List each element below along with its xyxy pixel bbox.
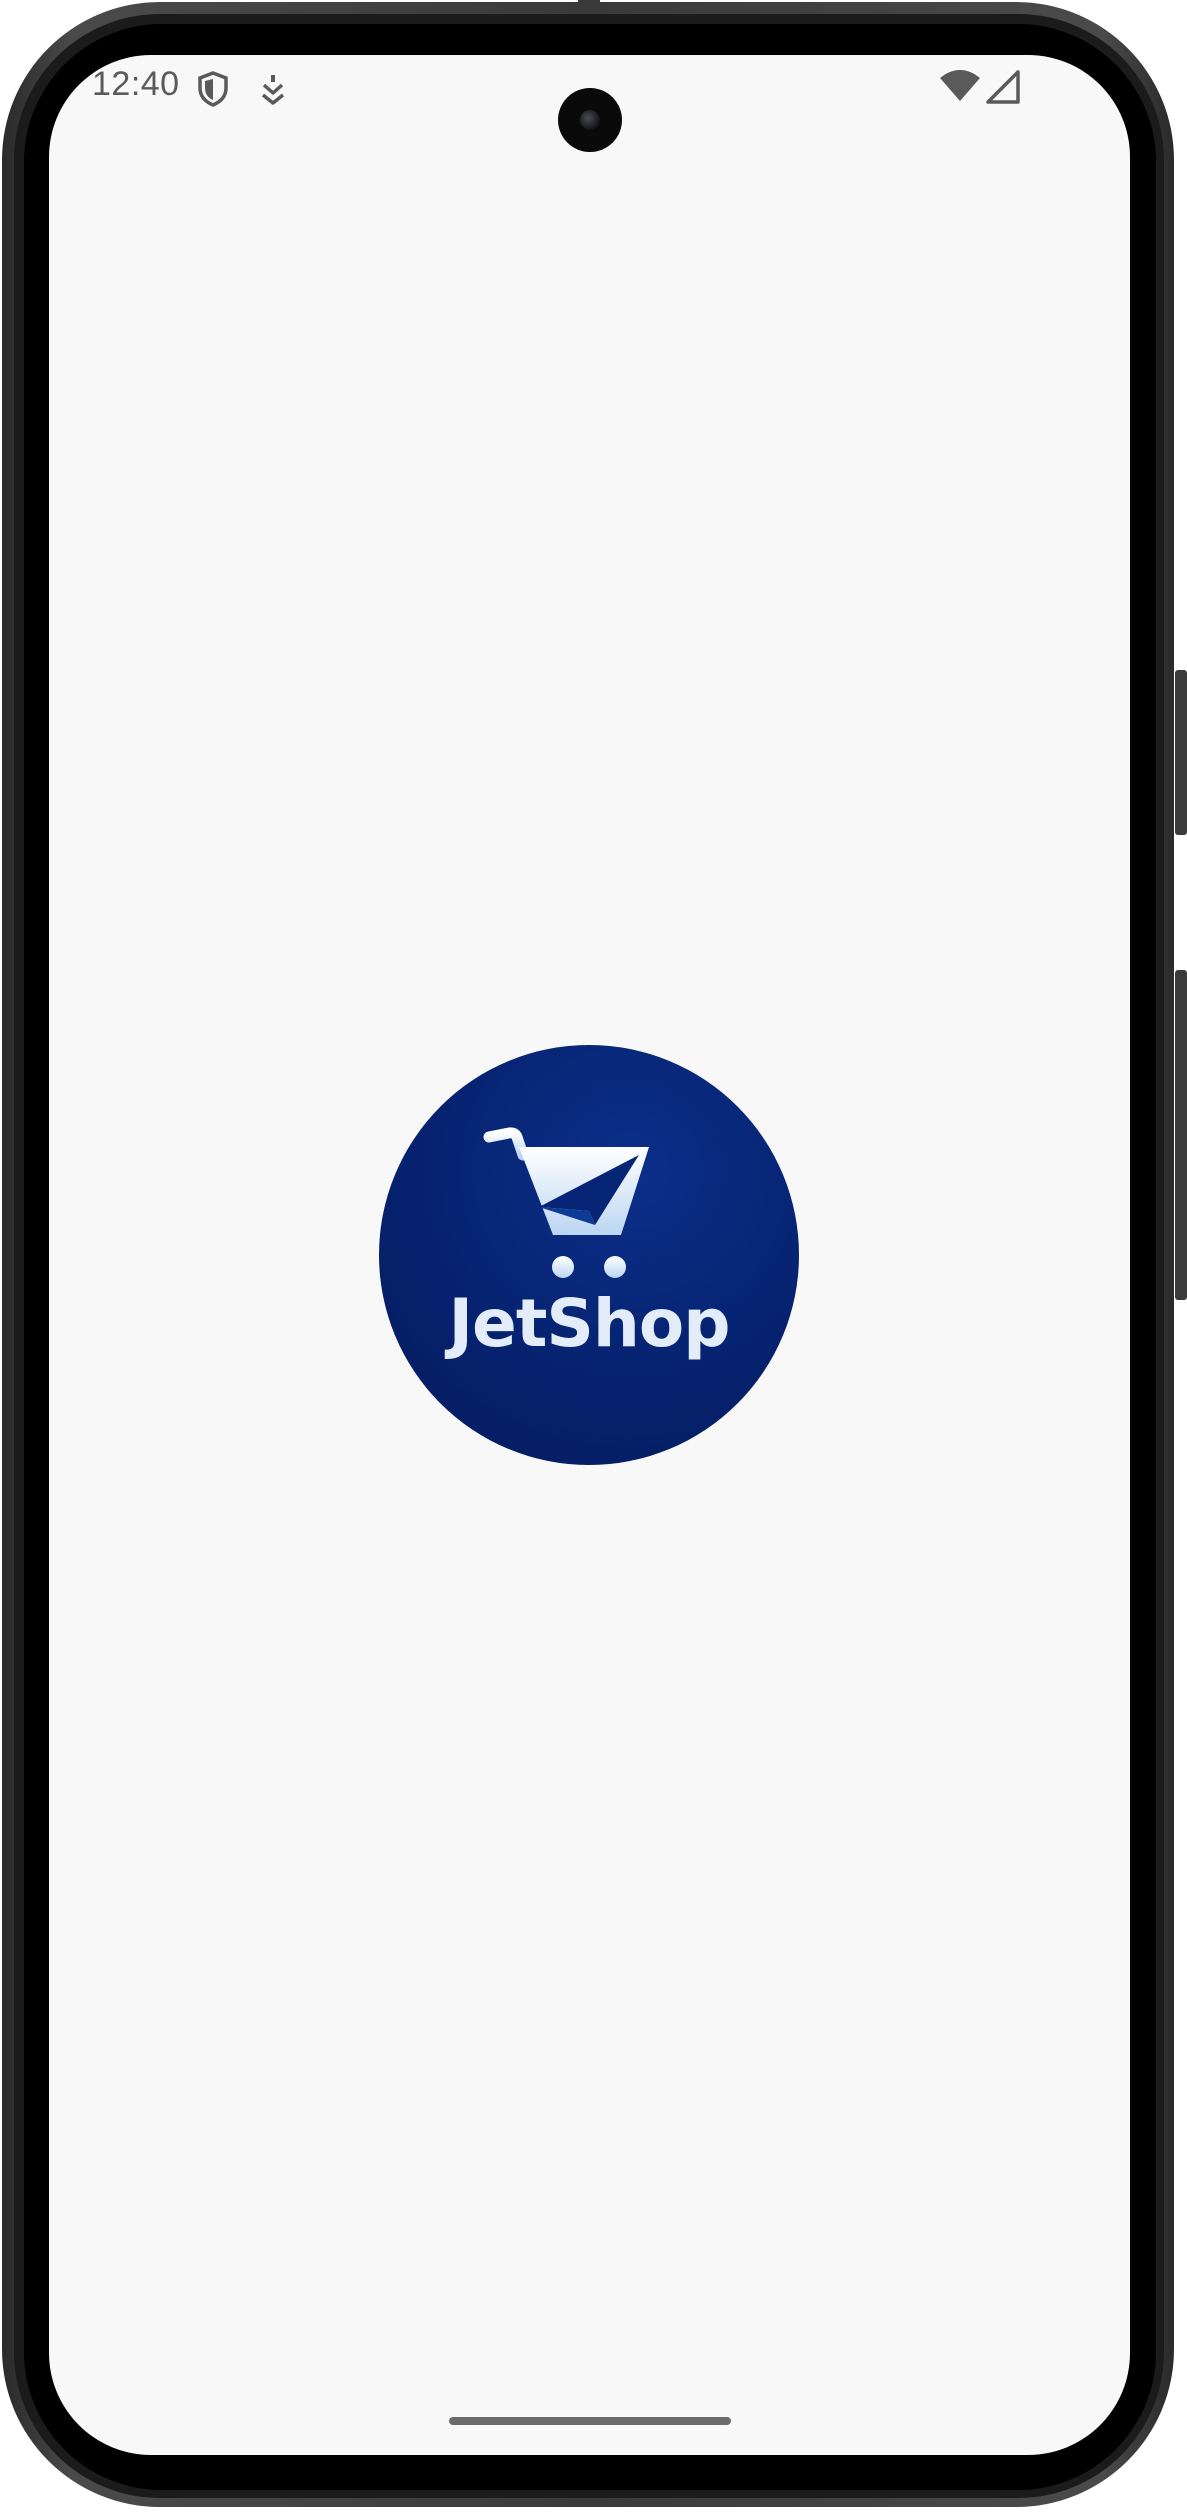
front-camera bbox=[558, 88, 622, 152]
app-logo-text: JetShop bbox=[448, 1285, 731, 1362]
wifi-icon bbox=[940, 70, 980, 101]
home-indicator[interactable] bbox=[449, 2417, 731, 2425]
status-time: 12:40 bbox=[92, 65, 180, 103]
download-notification-icon bbox=[261, 75, 285, 105]
cellular-signal-icon bbox=[986, 70, 1020, 104]
shopping-cart-icon bbox=[483, 1127, 649, 1278]
app-logo: JetShop bbox=[379, 1045, 799, 1465]
screen: 12:40 JetShop bbox=[49, 55, 1130, 2455]
shield-icon bbox=[198, 71, 228, 107]
power-button[interactable] bbox=[1175, 670, 1187, 835]
device-frame: 12:40 JetShop bbox=[0, 0, 1187, 2513]
volume-rocker[interactable] bbox=[1175, 970, 1187, 1300]
